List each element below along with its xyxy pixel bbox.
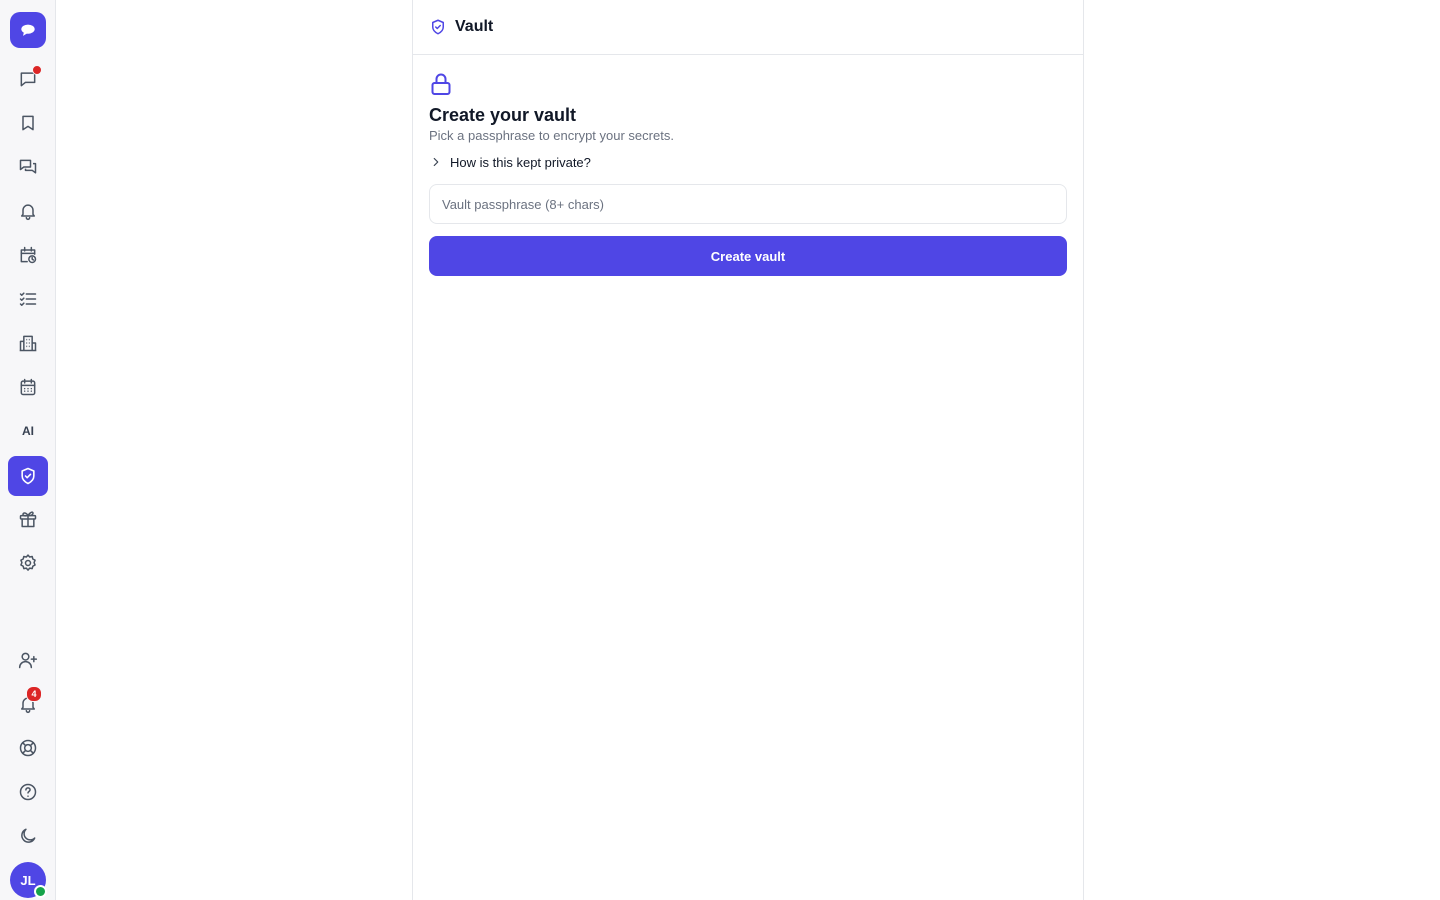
sidebar-item-threads[interactable] (8, 147, 48, 187)
chats-icon (19, 159, 37, 174)
create-vault-button[interactable]: Create vault (429, 236, 1067, 276)
privacy-disclosure-toggle[interactable]: How is this kept private? (429, 153, 1067, 171)
help-button[interactable] (8, 772, 48, 812)
sidebar: AI 4 JL (0, 0, 56, 900)
sidebar-item-calendar[interactable] (8, 367, 48, 407)
sidebar-item-directory[interactable] (8, 323, 48, 363)
shield-check-icon (432, 19, 444, 35)
sidebar-item-ai[interactable]: AI (8, 411, 48, 451)
lifebuoy-icon (19, 739, 37, 757)
chat-bubble-icon (21, 24, 35, 36)
moon-icon (21, 828, 36, 843)
page-title: Vault (455, 18, 494, 35)
sidebar-item-vault[interactable] (8, 456, 48, 496)
theme-toggle-button[interactable] (8, 816, 48, 856)
support-button[interactable] (8, 728, 48, 768)
vault-subtitle: Pick a passphrase to encrypt your secret… (429, 128, 674, 143)
notifications-button[interactable]: 4 (8, 684, 48, 724)
sidebar-item-gifts[interactable] (8, 499, 48, 539)
avatar-initials: JL (20, 872, 36, 888)
invite-user-button[interactable] (8, 640, 48, 680)
sidebar-item-messages[interactable] (8, 59, 48, 99)
sidebar-item-tasks[interactable] (8, 279, 48, 319)
chevron-right-icon (433, 157, 439, 167)
notification-count-badge: 4 (26, 686, 42, 702)
calendar-clock-icon (20, 246, 37, 264)
shield-check-icon (21, 467, 35, 485)
lock-icon (431, 73, 451, 95)
calendar-icon (20, 378, 36, 396)
sidebar-item-settings[interactable] (8, 543, 48, 583)
checklist-icon (19, 292, 37, 306)
gift-icon (19, 511, 37, 528)
vault-setup-form: Create your vault Pick a passphrase to e… (413, 55, 1083, 276)
bookmark-icon (22, 115, 34, 131)
vault-heading: Create your vault (429, 105, 577, 125)
help-circle-icon (19, 783, 37, 801)
passphrase-input[interactable] (429, 184, 1067, 224)
vault-panel: Vault Create your vault Pick a passphras… (412, 0, 1084, 900)
privacy-disclosure-label: How is this kept private? (450, 154, 591, 170)
unread-dot-badge (32, 65, 42, 75)
app-logo-button[interactable] (10, 12, 46, 48)
user-avatar[interactable]: JL (10, 862, 47, 898)
sidebar-item-notifications[interactable] (8, 191, 48, 231)
online-status-indicator (34, 885, 47, 898)
sidebar-item-scheduled[interactable] (8, 235, 48, 275)
ai-label: AI (22, 424, 34, 438)
bell-icon (21, 204, 35, 221)
gear-icon (20, 554, 36, 571)
building-icon (19, 335, 37, 352)
panel-header: Vault (413, 0, 1083, 55)
sidebar-item-bookmarks[interactable] (8, 103, 48, 143)
user-plus-icon (18, 652, 38, 669)
